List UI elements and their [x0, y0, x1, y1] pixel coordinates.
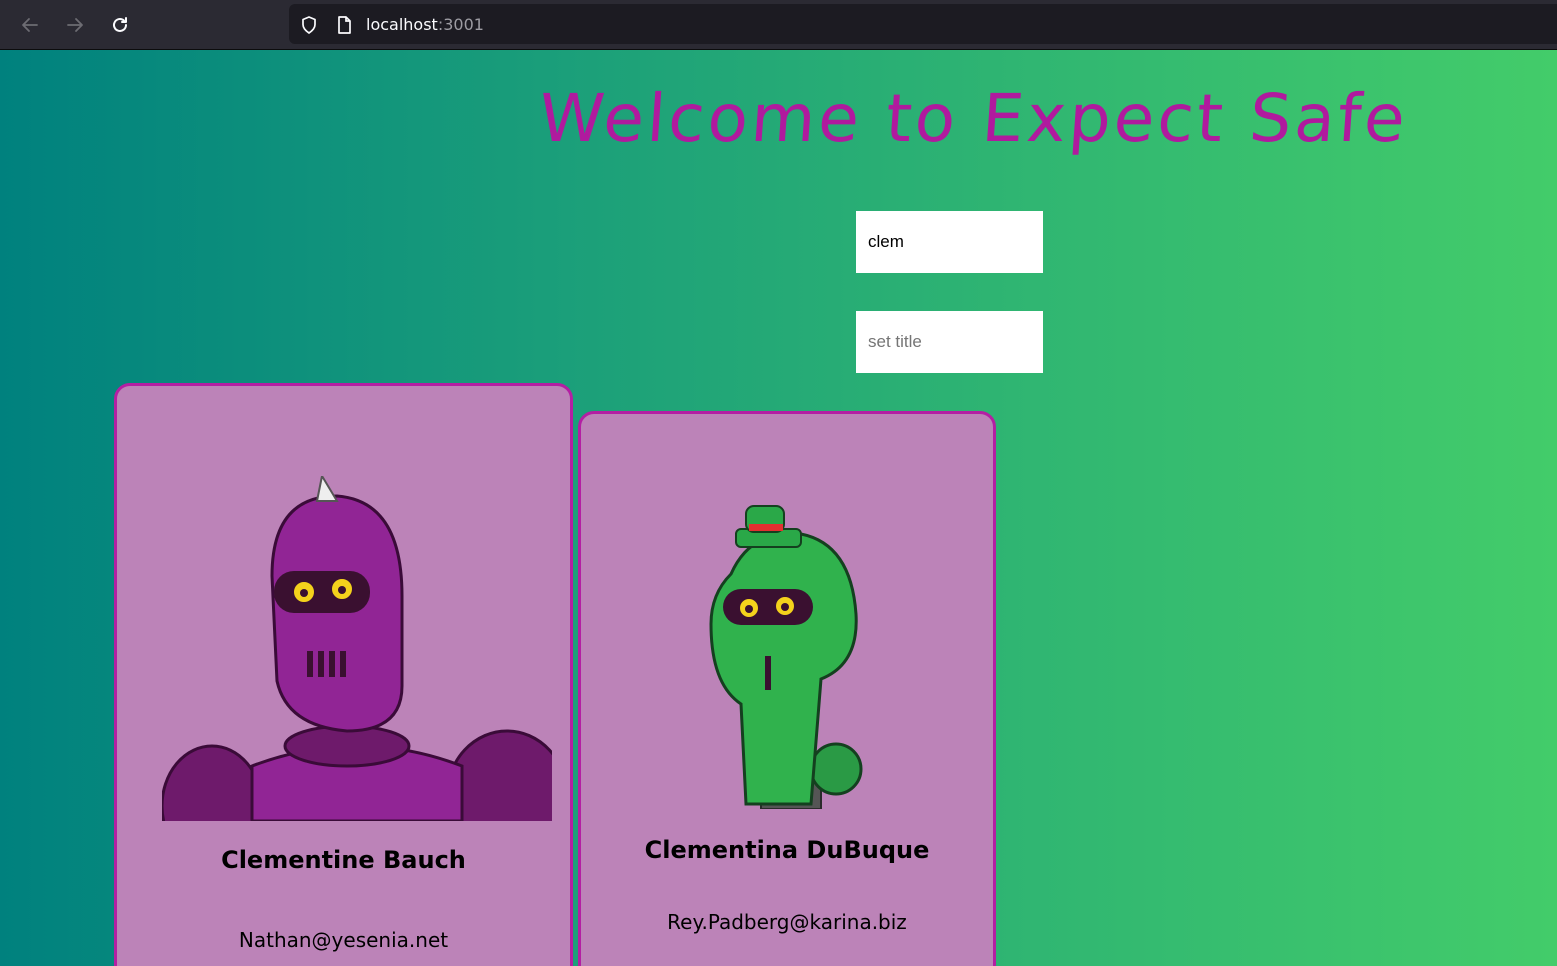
arrow-right-icon: [67, 18, 83, 32]
page-content: Welcome to Expect Safe Clementine Bauch: [0, 50, 1557, 966]
search-input[interactable]: [856, 211, 1043, 273]
arrow-left-icon: [22, 18, 38, 32]
url-host: localhost: [366, 15, 438, 34]
page-icon: [338, 16, 351, 34]
card-email: Nathan@yesenia.net: [238, 928, 449, 952]
url-text[interactable]: localhost:3001: [366, 15, 484, 35]
browser-toolbar: localhost:3001: [0, 0, 1557, 50]
title-input[interactable]: [856, 311, 1043, 373]
robot-card[interactable]: Clementine Bauch Nathan@yesenia.net: [114, 383, 573, 966]
reload-button[interactable]: [105, 10, 135, 40]
robot-avatar: [162, 476, 552, 821]
card-name: Clementina DuBuque: [644, 836, 930, 864]
shield-icon[interactable]: [299, 15, 319, 35]
card-name: Clementine Bauch: [221, 846, 466, 874]
card-email: Rey.Padberg@karina.biz: [667, 910, 907, 934]
page-title: Welcome to Expect Safe: [536, 80, 1411, 157]
robot-avatar: [709, 505, 863, 809]
robot-card[interactable]: Clementina DuBuque Rey.Padberg@karina.bi…: [578, 411, 996, 966]
reload-icon: [113, 17, 127, 32]
url-port: :3001: [437, 15, 484, 34]
back-button[interactable]: [15, 10, 45, 40]
forward-button[interactable]: [60, 10, 90, 40]
address-bar[interactable]: localhost:3001: [289, 4, 1557, 44]
